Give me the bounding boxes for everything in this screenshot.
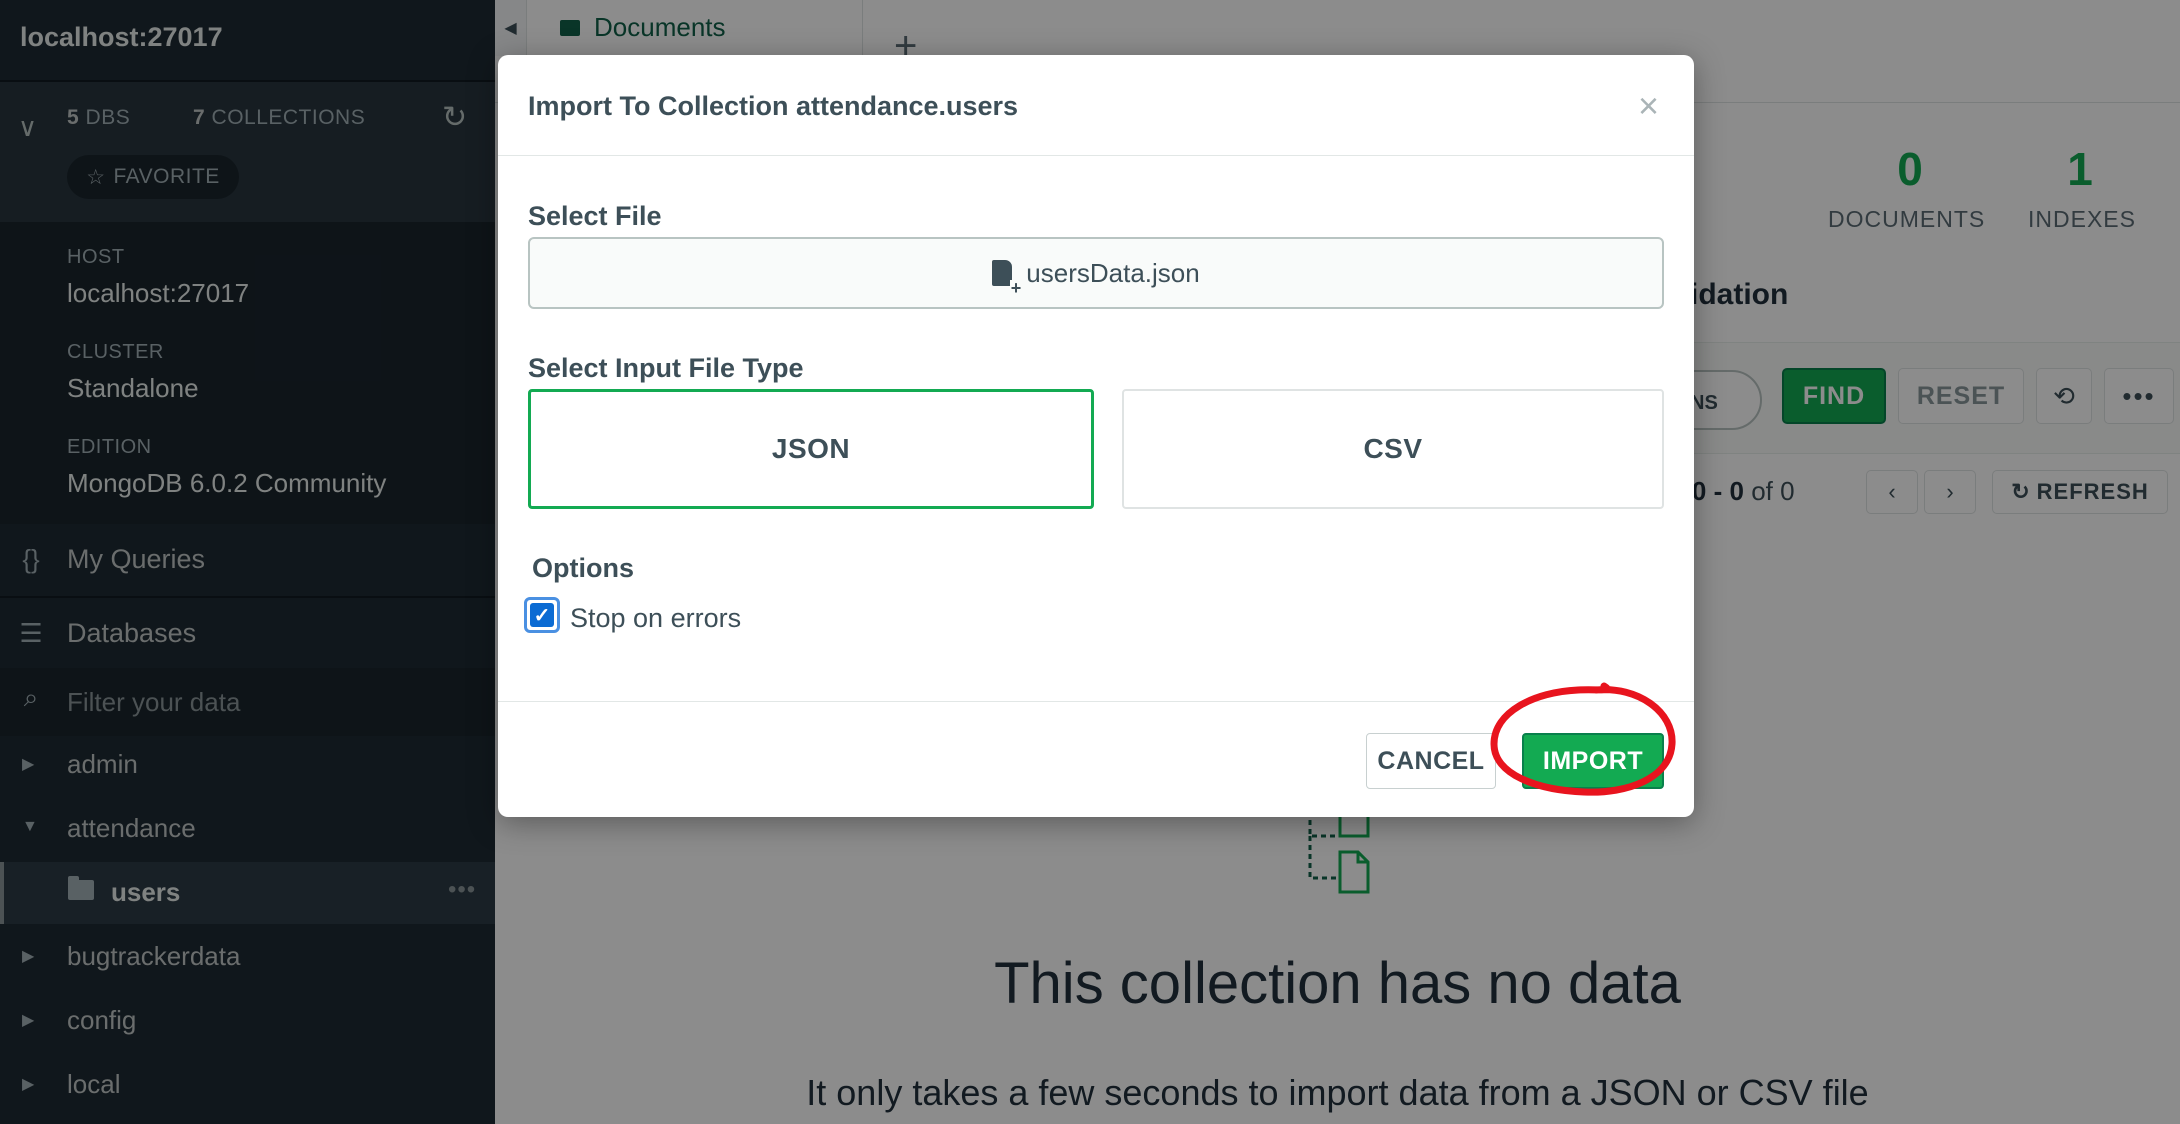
- csv-type-button[interactable]: CSV: [1122, 389, 1664, 509]
- select-file-label: Select File: [528, 201, 662, 231]
- options-label: Options: [532, 553, 634, 583]
- divider: [498, 701, 1694, 702]
- modal-title: Import To Collection attendance.users: [528, 91, 1019, 121]
- checkmark-icon: ✓: [530, 603, 554, 627]
- divider: [498, 155, 1694, 156]
- import-button[interactable]: IMPORT: [1522, 733, 1664, 789]
- close-icon[interactable]: ×: [1638, 85, 1659, 127]
- cancel-button[interactable]: CANCEL: [1366, 733, 1496, 789]
- import-modal: Import To Collection attendance.users × …: [498, 55, 1694, 817]
- select-file-button[interactable]: usersData.json: [528, 237, 1664, 309]
- stop-on-errors-checkbox[interactable]: ✓: [524, 597, 560, 633]
- stop-on-errors-label[interactable]: Stop on errors: [570, 603, 741, 634]
- json-type-button[interactable]: JSON: [528, 389, 1094, 509]
- select-type-label: Select Input File Type: [528, 353, 804, 383]
- file-add-icon: [992, 260, 1023, 296]
- file-name: usersData.json: [1026, 257, 1200, 288]
